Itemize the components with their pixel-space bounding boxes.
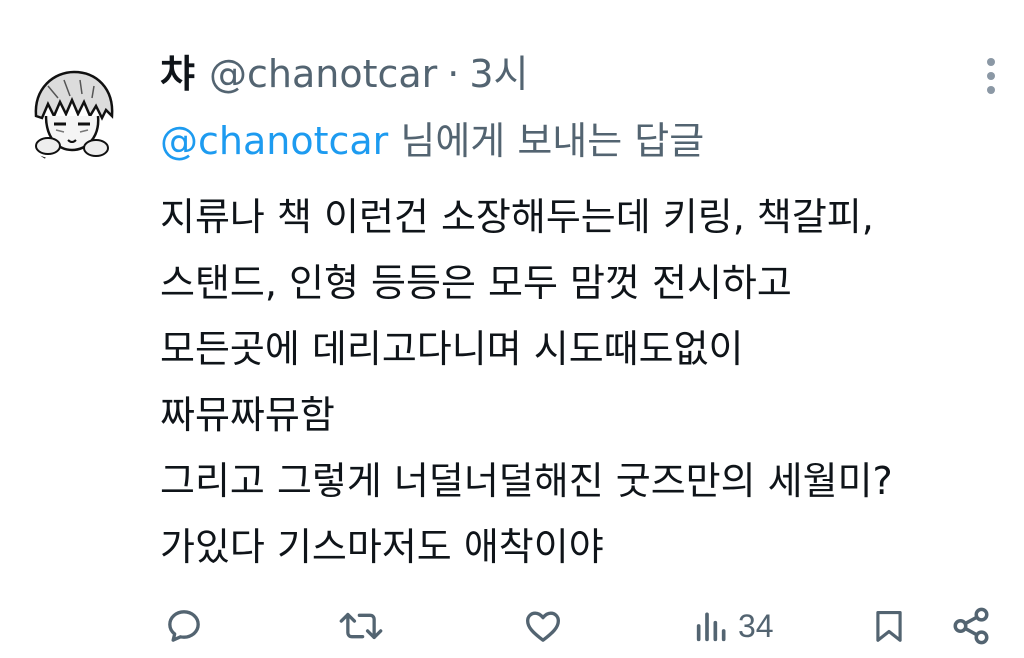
bookmark-button[interactable] bbox=[870, 598, 908, 654]
share-button[interactable] bbox=[950, 598, 992, 654]
tweet-text-line: 스탠드, 인형 등등은 모두 맘껏 전시하고 bbox=[160, 261, 792, 305]
more-vertical-icon bbox=[987, 58, 995, 66]
tweet-text-line: 모든곳에 데리고다니며 시도때도없이 bbox=[160, 327, 744, 371]
avatar[interactable] bbox=[18, 58, 126, 166]
replying-to: @chanotcar 님에게 보내는 답글 bbox=[160, 116, 704, 166]
bookmark-icon bbox=[876, 610, 902, 642]
tweet-text-line: 짜뮤짜뮤함 bbox=[160, 393, 335, 437]
timestamp[interactable]: 3시 bbox=[469, 50, 528, 98]
display-name[interactable]: 챠 bbox=[160, 50, 195, 98]
like-button[interactable] bbox=[522, 598, 564, 654]
tweet-text-line: 지류나 책 이런건 소장해두는데 키링, 책갈피, bbox=[160, 195, 874, 239]
more-options-button[interactable] bbox=[976, 54, 1006, 98]
views-count: 34 bbox=[738, 607, 774, 644]
action-bar: 34 bbox=[160, 598, 1000, 654]
more-vertical-icon-dot bbox=[987, 72, 995, 80]
views-icon bbox=[696, 612, 726, 642]
share-icon bbox=[953, 607, 989, 645]
heart-icon bbox=[526, 611, 560, 642]
avatar-drawing-icon bbox=[18, 58, 126, 166]
views-button[interactable]: 34 bbox=[692, 598, 774, 654]
tweet-text: 지류나 책 이런건 소장해두는데 키링, 책갈피, 스탠드, 인형 등등은 모두… bbox=[160, 184, 1010, 580]
tweet-text-line: 그리고 그렇게 너덜너덜해진 굿즈만의 세월미? bbox=[160, 459, 893, 503]
retweet-icon bbox=[339, 612, 383, 640]
separator-dot: · bbox=[447, 52, 460, 96]
tweet-text-line: 가있다 기스마저도 애착이야 bbox=[160, 525, 604, 569]
user-handle[interactable]: @chanotcar bbox=[209, 50, 437, 98]
reply-icon bbox=[168, 610, 200, 642]
reply-button[interactable] bbox=[164, 598, 204, 654]
retweet-button[interactable] bbox=[338, 598, 384, 654]
reply-to-suffix: 님에게 보내는 답글 bbox=[388, 119, 705, 163]
reply-to-handle-link[interactable]: @chanotcar bbox=[160, 119, 388, 163]
more-vertical-icon-dot bbox=[987, 86, 995, 94]
tweet-header: 챠 @chanotcar · 3시 bbox=[160, 50, 529, 98]
